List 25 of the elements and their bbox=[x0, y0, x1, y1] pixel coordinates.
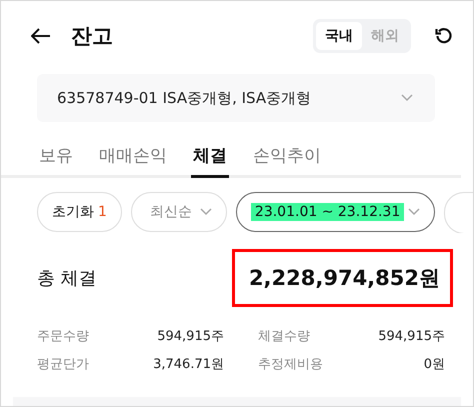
total-amount: 2,228,974,852원 bbox=[232, 249, 453, 308]
chevron-down-icon bbox=[408, 208, 420, 216]
account-selector[interactable]: 63578749-01 ISA중개형, ISA중개형 bbox=[37, 74, 435, 122]
stat-value: 594,915주 bbox=[157, 328, 224, 346]
chevron-down-icon bbox=[401, 94, 413, 102]
stat-value: 0원 bbox=[424, 356, 445, 374]
stat-label: 주문수량 bbox=[37, 328, 89, 346]
stat-value: 3,746.71원 bbox=[153, 356, 224, 374]
page-title: 잔고 bbox=[71, 22, 114, 50]
tab[interactable]: 체결 bbox=[191, 144, 229, 178]
total-label: 총 체결 bbox=[37, 267, 97, 290]
stat-label: 추정제비용 bbox=[258, 356, 323, 374]
tab[interactable]: 보유 bbox=[37, 144, 75, 178]
region-tab[interactable]: 국내 bbox=[316, 22, 362, 50]
filter-dropdown[interactable]: 23.01.01 ~ 23.12.31 bbox=[236, 192, 436, 232]
stat-label: 체결수량 bbox=[258, 328, 310, 346]
tab[interactable]: 매매손익 bbox=[97, 144, 169, 178]
reset-filter-chip[interactable]: 초기화 1 bbox=[37, 192, 122, 232]
back-arrow-icon[interactable] bbox=[31, 28, 51, 44]
filter-dropdown[interactable]: 최신순 bbox=[130, 192, 227, 232]
refresh-icon[interactable] bbox=[435, 26, 453, 45]
stat-value: 594,915주 bbox=[378, 328, 445, 346]
chevron-down-icon bbox=[200, 208, 212, 216]
stat-label: 평균단가 bbox=[37, 356, 89, 374]
tab[interactable]: 손익추이 bbox=[251, 144, 323, 178]
